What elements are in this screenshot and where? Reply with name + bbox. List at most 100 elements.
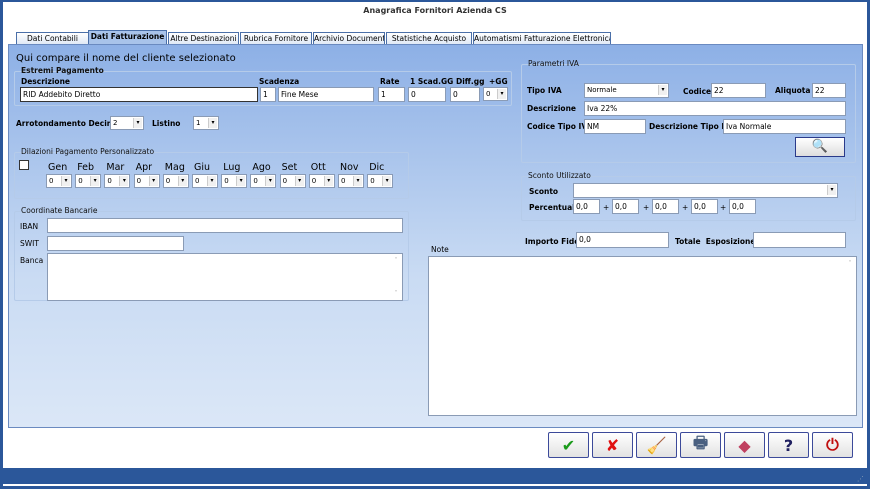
month-label: Mag (164, 162, 185, 173)
chevron-down-icon[interactable]: ▾ (207, 176, 216, 186)
percentuale-input[interactable]: 0,0 (729, 199, 756, 214)
plus-sign: + (720, 203, 727, 212)
sconto-combo[interactable]: ▾ (573, 183, 838, 198)
resize-grip-icon[interactable]: ⋰ (857, 475, 864, 483)
combo-value: 0 (136, 177, 142, 185)
label-tipo-iva: Tipo IVA (527, 86, 562, 95)
combo-value: 0 (49, 177, 54, 185)
month-combo[interactable]: 0 ▾ (133, 174, 160, 188)
month-label: Ott (310, 162, 326, 173)
descrizione-tipo-iva-input[interactable]: Iva Normale (723, 119, 846, 134)
print-button[interactable]: 🖶 (680, 432, 721, 458)
plus-sign: + (643, 203, 650, 212)
chevron-down-icon[interactable]: ▾ (827, 185, 836, 195)
tipo-iva-combo[interactable]: Normale ▾ (584, 83, 669, 98)
chevron-down-icon[interactable]: ▾ (177, 176, 187, 186)
combo-value: 0 (107, 177, 112, 185)
month-label: Lug (223, 162, 241, 173)
search-iva-button[interactable]: 🔍 (795, 137, 845, 157)
month-combo[interactable]: 0 ▾ (162, 174, 189, 188)
month-combo[interactable]: 0 ▾ (221, 174, 248, 188)
chevron-down-icon[interactable]: ▾ (323, 176, 333, 186)
combo-value: 0 (311, 177, 317, 185)
plus-sign: + (603, 203, 610, 212)
printer-icon: 🖶 (692, 432, 709, 452)
plus-gg-combo[interactable]: 0 ▾ (483, 87, 508, 101)
month-combo[interactable]: 0 ▾ (308, 174, 335, 188)
confirm-button[interactable]: ✔ (548, 432, 589, 458)
chevron-down-icon[interactable]: ▾ (61, 176, 70, 186)
month-combo[interactable]: 0 ▾ (250, 174, 277, 188)
codice-tipo-iva-input[interactable]: NM (584, 119, 646, 134)
descrizione-iva-input[interactable]: Iva 22% (584, 101, 846, 116)
banca-textarea[interactable]: ˄ ˅ (47, 253, 403, 301)
percentuale-input[interactable]: 0,0 (612, 199, 639, 214)
month-combo[interactable]: 0 ▾ (367, 174, 394, 188)
label-iban: IBAN (20, 222, 39, 231)
codice-input[interactable]: 22 (711, 83, 766, 98)
combo-value: 0 (78, 177, 83, 185)
month-label: Dic (369, 162, 385, 173)
help-button[interactable]: ? (768, 432, 809, 458)
chevron-down-icon[interactable]: ▾ (658, 85, 667, 95)
diff-gg-input[interactable]: 0 (450, 87, 480, 102)
swit-input[interactable] (47, 236, 184, 251)
group-title: Dilazioni Pagamento Personalizzato (21, 147, 155, 156)
status-bar: ⋰ (3, 468, 867, 484)
chevron-down-icon[interactable]: ▾ (133, 118, 142, 128)
month-label: Giu (194, 162, 211, 173)
month-combo[interactable]: 0 ▾ (46, 174, 72, 188)
scrollbar[interactable]: ˄ ˅ (391, 255, 401, 299)
exit-button[interactable]: ⏻ (812, 432, 853, 458)
label-importo-fido: Importo Fido (525, 237, 580, 246)
iban-input[interactable] (47, 218, 403, 233)
month-combo[interactable]: 0 ▾ (338, 174, 364, 188)
chevron-down-icon[interactable]: ▾ (119, 176, 129, 186)
descrizione-input[interactable]: RID Addebito Diretto (20, 87, 258, 102)
chevron-down-icon[interactable]: ▾ (90, 176, 100, 186)
chevron-down-icon[interactable]: ▾ (382, 176, 392, 186)
chevron-down-icon[interactable]: ▾ (148, 176, 158, 186)
combo-value: 0 (165, 177, 171, 185)
cancel-button[interactable]: ✘ (592, 432, 633, 458)
chevron-down-icon[interactable]: ▾ (265, 176, 275, 186)
chevron-down-icon[interactable]: ▾ (497, 89, 506, 99)
tab-1[interactable]: Dati Fatturazione (88, 30, 167, 45)
month-combo[interactable]: 0 ▾ (104, 174, 131, 188)
month-combo[interactable]: 0 ▾ (279, 174, 306, 188)
combo-value: 0 (282, 177, 288, 185)
scadenza-num-input[interactable]: 1 (260, 87, 276, 102)
dilazioni-checkbox[interactable] (19, 160, 29, 170)
importo-fido-input[interactable]: 0,0 (576, 232, 669, 248)
clear-button[interactable]: 🧹 (636, 432, 677, 458)
label-banca: Banca (20, 256, 44, 265)
month-label: Mar (106, 162, 125, 173)
chevron-down-icon[interactable]: ▾ (353, 176, 362, 186)
percentuale-input[interactable]: 0,0 (573, 199, 600, 214)
percentuale-input[interactable]: 0,0 (652, 199, 679, 214)
scad-gg-input[interactable]: 0 (408, 87, 446, 102)
scrollbar[interactable]: ˄ (845, 258, 855, 414)
month-label: Feb (77, 162, 95, 173)
month-label: Ago (252, 162, 271, 173)
label-totale-esposizione: Totale Esposizione (675, 237, 756, 246)
chevron-down-icon[interactable]: ▾ (208, 118, 217, 128)
scadenza-input[interactable]: Fine Mese (278, 87, 374, 102)
plus-sign: + (682, 203, 689, 212)
month-combo[interactable]: 0 ▾ (192, 174, 218, 188)
label-rate: Rate (380, 77, 400, 86)
note-textarea[interactable]: ˄ (428, 256, 857, 416)
month-combo[interactable]: 0 ▾ (75, 174, 102, 188)
chevron-down-icon[interactable]: ▾ (236, 176, 246, 186)
modules-button[interactable]: ◆ (724, 432, 765, 458)
totale-esposizione-input[interactable] (753, 232, 846, 248)
aliquota-input[interactable]: 22 (812, 83, 846, 98)
broom-icon: 🧹 (646, 435, 667, 455)
listino-combo[interactable]: 1 ▾ (193, 116, 219, 130)
arrotondamento-combo[interactable]: 2 ▾ (110, 116, 144, 130)
month-label: Set (281, 162, 298, 173)
percentuale-input[interactable]: 0,0 (691, 199, 718, 214)
group-title: Estremi Pagamento (21, 66, 104, 75)
chevron-down-icon[interactable]: ▾ (294, 176, 304, 186)
rate-input[interactable]: 1 (378, 87, 405, 102)
